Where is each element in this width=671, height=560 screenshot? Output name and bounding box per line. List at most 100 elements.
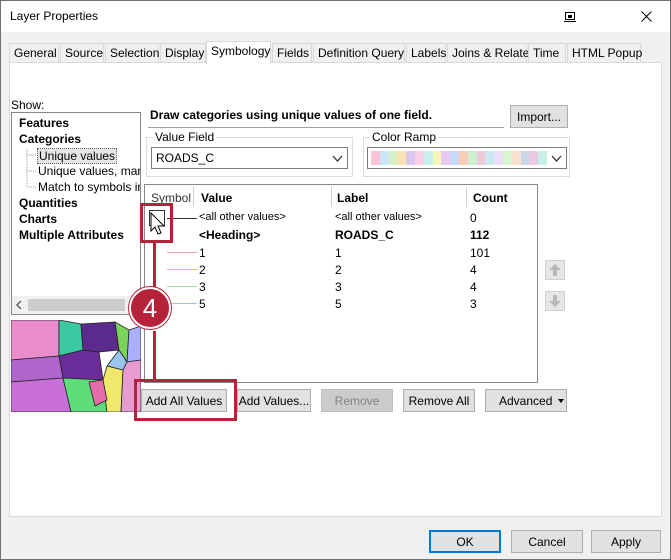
show-label: Show: [11,98,45,112]
row-label[interactable]: 5 [335,297,342,311]
row-value[interactable]: 5 [199,297,206,311]
tab-symbology[interactable]: Symbology [206,41,271,64]
symbol-line[interactable] [167,269,197,270]
color-ramp-segment [502,151,512,165]
color-ramp-segment [406,151,415,165]
color-ramp-segment [388,151,398,165]
row-count: 4 [470,263,477,277]
tab-time[interactable]: Time [528,43,566,63]
cancel-button[interactable]: Cancel [511,530,583,553]
tab-selection[interactable]: Selection [105,43,159,63]
symbology-type-tree: Features Categories Unique values Unique… [11,112,141,315]
row-value[interactable]: 2 [199,263,206,277]
color-ramp-segment [485,151,495,165]
row-label[interactable]: 3 [335,280,342,294]
row-count: 3 [470,297,477,311]
row-value[interactable]: <Heading> [199,228,260,242]
ok-button[interactable]: OK [429,530,501,553]
symbol-line[interactable] [167,252,197,253]
tree-item-features[interactable]: Features [19,116,69,130]
color-ramp-segment [538,151,547,165]
color-ramp-combobox[interactable] [367,147,567,169]
layer-properties-dialog: Layer Properties General Source Selectio… [0,0,671,560]
color-ramp-segment [511,151,521,165]
column-divider [193,187,194,207]
column-header-label[interactable]: Label [337,191,368,205]
row-label[interactable]: 1 [335,246,342,260]
arrow-up-icon [549,264,561,276]
color-ramp-segment [520,151,530,165]
tree-item-match-to-symbols[interactable]: Match to symbols in a [38,180,140,194]
close-icon [640,11,652,22]
color-ramp-segment [414,151,424,165]
row-value[interactable]: <all other values> [199,211,286,223]
symbol-line[interactable] [167,286,197,287]
color-ramp-segment [379,151,389,165]
column-divider [466,187,467,207]
row-count: 4 [470,280,477,294]
row-value[interactable]: 1 [199,246,206,260]
add-values-button[interactable]: Add Values... [237,389,311,412]
import-button[interactable]: Import... [510,105,568,128]
column-header-value[interactable]: Value [201,191,232,205]
pin-icon [564,11,576,22]
color-ramp-segment [441,151,451,165]
color-ramp-segment [371,151,380,165]
description-text: Draw categories using unique values of o… [150,108,433,122]
title-bar: Layer Properties [1,1,670,32]
chevron-down-icon [551,155,562,162]
tree-item-unique-values[interactable]: Unique values [37,148,118,164]
tab-labels[interactable]: Labels [406,43,446,63]
description-underline [148,127,504,128]
tree-item-multiple-attributes[interactable]: Multiple Attributes [19,228,124,242]
row-label[interactable]: 2 [335,263,342,277]
tree-horizontal-scrollbar[interactable] [12,296,140,314]
row-label[interactable]: <all other values> [335,211,422,223]
chevron-down-icon [332,155,343,162]
move-up-button[interactable] [545,260,565,280]
tab-joins-relates[interactable]: Joins & Relates [447,43,535,63]
color-ramp-segment [529,151,539,165]
row-label[interactable]: ROADS_C [335,228,394,242]
arrow-down-icon [549,295,561,307]
tree-item-unique-values-many[interactable]: Unique values, many [38,164,140,178]
scrollbar-thumb[interactable] [28,299,125,311]
tab-definition-query[interactable]: Definition Query [313,43,405,63]
advanced-button[interactable]: Advanced [485,389,567,412]
color-ramp-swatch [371,151,547,165]
tab-fields[interactable]: Fields [272,43,312,63]
symbol-line[interactable] [167,303,197,304]
row-count: 101 [470,246,491,260]
scroll-left-icon [15,301,22,309]
color-ramp-segment [467,151,477,165]
pin-icon-button[interactable] [547,1,593,32]
apply-button[interactable]: Apply [591,530,661,553]
tree-item-charts[interactable]: Charts [19,212,57,226]
remove-button[interactable]: Remove [321,389,393,412]
tab-source[interactable]: Source [60,43,104,63]
column-divider [331,187,332,207]
close-button[interactable] [623,1,669,32]
annotation-connector-upper [153,243,156,289]
row-count: 0 [470,211,477,225]
color-ramp-segment [432,151,442,165]
move-down-button[interactable] [545,291,565,311]
tree-item-quantities[interactable]: Quantities [19,196,78,210]
color-ramp-label: Color Ramp [370,130,439,144]
window-title: Layer Properties [10,9,99,23]
remove-all-button[interactable]: Remove All [403,389,475,412]
color-ramp-segment [494,151,503,165]
value-field-combobox[interactable]: ROADS_C [151,147,348,169]
color-ramp-segment [458,151,468,165]
tab-display[interactable]: Display [160,43,206,63]
annotation-highlight-add-all [134,379,237,421]
unique-values-grid: Symbol Value Label Count <all other valu… [144,184,538,383]
value-field-selected: ROADS_C [156,151,215,165]
tab-html-popup[interactable]: HTML Popup [567,43,642,63]
value-field-label: Value Field [153,130,217,144]
row-value[interactable]: 3 [199,280,206,294]
row-count: 112 [470,228,490,242]
tree-item-categories[interactable]: Categories [19,132,81,146]
tab-general[interactable]: General [9,43,59,63]
column-header-count[interactable]: Count [473,191,508,205]
